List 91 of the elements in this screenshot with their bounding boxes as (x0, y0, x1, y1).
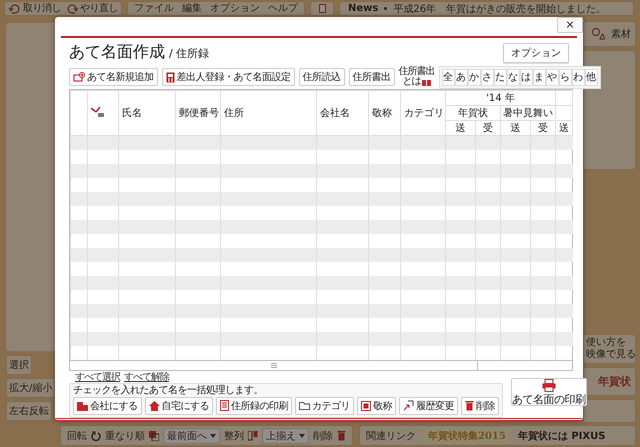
badge-icon (361, 400, 371, 410)
bulk-button[interactable]: 自宅にする (144, 396, 213, 414)
bulk-button[interactable]: 敬称 (357, 396, 396, 414)
bulk-button[interactable]: カテゴリ (295, 396, 354, 414)
menu-item[interactable]: 編集 (182, 2, 202, 14)
redo-icon (65, 4, 79, 14)
column-header[interactable]: 送 (446, 120, 476, 136)
video-button[interactable]: 使い方を 映像で見る (583, 334, 636, 364)
align-dropdown[interactable]: 上揃え (262, 428, 309, 444)
caret-icon (210, 434, 216, 438)
delete-label: 削除 (313, 430, 333, 442)
order-dropdown[interactable]: 最前面へ (163, 428, 220, 444)
align-icon (248, 430, 258, 440)
kana-tab[interactable]: や (546, 68, 558, 86)
shapes-icon (591, 28, 605, 40)
column-header[interactable]: 氏名 (118, 90, 176, 136)
align-label: 整列 (224, 430, 244, 442)
deselect-all-link[interactable]: すべて解除 (124, 372, 169, 382)
select-all-link[interactable]: すべて選択 (75, 372, 120, 382)
dialog-title: あて名面作成 (69, 42, 165, 63)
tool-button[interactable]: 選択 (6, 355, 32, 375)
menu-item[interactable]: オプション (210, 2, 260, 14)
kana-tab[interactable]: 他 (584, 68, 598, 86)
kana-tab[interactable]: あ (454, 68, 468, 86)
bulk-button[interactable]: 会社にする (73, 396, 142, 414)
building-icon (77, 400, 88, 410)
column-header[interactable]: カテゴリ (400, 90, 446, 136)
kana-tab[interactable]: な (506, 68, 520, 86)
check-icon (91, 106, 105, 116)
order-label: 重なり順 (105, 430, 145, 442)
rotate-label: 回転 (67, 430, 87, 442)
bullet-icon (384, 7, 388, 10)
caret-icon (299, 434, 305, 438)
document-icon (318, 4, 326, 13)
kana-tab[interactable]: さ (480, 68, 494, 86)
ad-link[interactable]: 年賀状には PIXUS (518, 428, 606, 442)
news-text: 平成26年 年賀はがきの販売を開始しました。 (393, 2, 606, 16)
column-header[interactable]: 住所 (220, 90, 316, 136)
column-header[interactable]: 郵便番号 (176, 90, 220, 136)
redo-button[interactable]: やり直し (64, 2, 119, 15)
kana-tab[interactable]: か (468, 68, 480, 86)
dialog-subtitle: / 住所録 (169, 46, 210, 61)
grip-icon (270, 362, 276, 368)
tool-button[interactable]: 拡大/縮小 (6, 378, 56, 398)
news-label: News (348, 3, 378, 14)
menu-item[interactable]: ヘルプ (268, 2, 298, 14)
close-button[interactable]: × (557, 17, 583, 33)
card-plus-icon (73, 72, 85, 82)
bulk-hint: チェックを入れたあて名を一括処理します。 (73, 384, 264, 396)
action-button[interactable]: あて名新規追加 (69, 68, 158, 86)
kana-tab[interactable]: わ (572, 68, 584, 86)
address-book-icon (220, 400, 229, 411)
action-button[interactable]: 差出人登録・あて名面設定 (162, 68, 294, 86)
print-button[interactable]: あて名面の印刷 (511, 378, 586, 406)
column-header[interactable]: 受 (476, 120, 500, 136)
kana-tab[interactable]: は (520, 68, 532, 86)
bulk-button[interactable]: 履歴変更 (399, 396, 458, 414)
column-header[interactable]: 敬称 (368, 90, 400, 136)
kana-tab[interactable]: ま (532, 68, 546, 86)
materials-button[interactable]: 素材 (583, 21, 636, 47)
rotate-icon (91, 430, 101, 440)
swap-arrows-icon (403, 400, 414, 411)
help-link[interactable]: 住所書出 とは (398, 67, 434, 87)
tool-button[interactable] (310, 1, 334, 16)
trash-icon (337, 430, 346, 441)
column-header[interactable]: 受 (530, 120, 556, 136)
kana-tab[interactable]: た (494, 68, 506, 86)
undo-button[interactable]: 取り消し (7, 2, 62, 15)
action-button[interactable]: 住所書出 (348, 68, 394, 86)
bulk-button[interactable]: 住所録の印刷 (216, 396, 292, 414)
layers-icon (149, 430, 159, 440)
action-button[interactable]: 住所読込 (298, 68, 344, 86)
menu-item[interactable]: ファイル (134, 2, 174, 14)
tool-button[interactable]: 左右反転 (6, 401, 52, 421)
kana-tab[interactable]: ら (558, 68, 572, 86)
folder-icon (299, 401, 310, 410)
postcard-icon (166, 72, 174, 82)
bulk-button[interactable]: 削除 (461, 396, 499, 414)
links-label: 関連リンク (366, 430, 416, 442)
column-group-header: 暑中見舞い (500, 106, 556, 120)
horizontal-scrollbar[interactable] (70, 360, 572, 370)
undo-icon (8, 4, 22, 14)
kana-tab[interactable]: 全 (442, 68, 454, 86)
column-group-header: 年賀状 (446, 106, 500, 120)
column-header[interactable]: 会社名 (316, 90, 368, 136)
trash-icon (465, 400, 474, 411)
column-header[interactable]: 送 (500, 120, 530, 136)
printer-icon (542, 378, 556, 392)
house-icon (148, 400, 160, 410)
options-button[interactable]: オプション (503, 42, 569, 62)
column-group-header: '14 年 (446, 90, 556, 106)
